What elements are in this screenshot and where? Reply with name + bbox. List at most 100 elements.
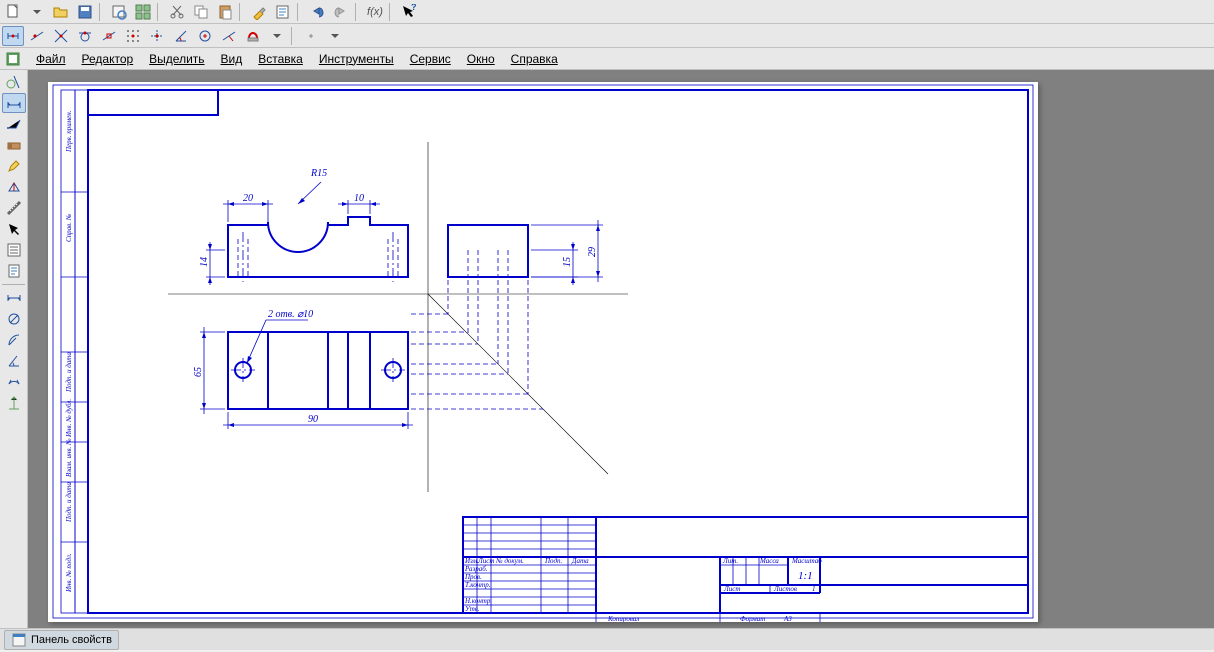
svg-text:Копировал: Копировал	[607, 615, 639, 622]
cmd-diameter-dim-button[interactable]	[2, 309, 26, 329]
snap-midpoint-button[interactable]	[98, 26, 120, 46]
snap-endpoint-button[interactable]	[2, 26, 24, 46]
cmd-radius-dim-button[interactable]	[2, 330, 26, 350]
svg-text:?: ?	[411, 4, 417, 12]
format-button[interactable]	[272, 2, 294, 22]
front-view: 20 10 R15	[199, 168, 408, 285]
dim-65: 65	[193, 367, 204, 377]
separator	[291, 27, 297, 45]
menu-tools[interactable]: Инструменты	[311, 50, 402, 68]
snap-grid-button[interactable]	[122, 26, 144, 46]
svg-text:Разраб.: Разраб.	[464, 565, 488, 573]
snap-off-dropdown[interactable]	[324, 26, 346, 46]
print-preview-button[interactable]	[108, 2, 130, 22]
menu-window[interactable]: Окно	[459, 50, 503, 68]
new-doc-button[interactable]	[2, 2, 24, 22]
separator	[297, 3, 303, 21]
separator	[99, 3, 105, 21]
snap-angle-button[interactable]	[170, 26, 192, 46]
snap-tangent-button[interactable]	[74, 26, 96, 46]
tool-construction-button[interactable]	[2, 135, 26, 155]
svg-text:№ докум.: № докум.	[495, 557, 524, 565]
menu-service[interactable]: Сервис	[402, 50, 459, 68]
svg-text:1:1: 1:1	[798, 570, 813, 582]
svg-text:Пров.: Пров.	[464, 573, 482, 581]
open-button[interactable]	[50, 2, 72, 22]
snap-config-dropdown[interactable]	[266, 26, 288, 46]
svg-text:Утв.: Утв.	[465, 605, 480, 613]
snap-intersection-button[interactable]	[50, 26, 72, 46]
main-area: Перв. примен. Справ. № Подп. и дата Инв.…	[0, 70, 1214, 628]
snap-toggle-button[interactable]	[242, 26, 264, 46]
dim-14: 14	[199, 257, 210, 267]
svg-text:Листов: Листов	[773, 585, 797, 593]
redo-button[interactable]	[330, 2, 352, 22]
menu-bar: Файл Редактор Выделить Вид Вставка Инстр…	[0, 48, 1214, 70]
side-label-3: Подп. и дата	[65, 352, 73, 393]
status-bar: Панель свойств	[0, 628, 1214, 650]
show-all-button[interactable]	[132, 2, 154, 22]
tool-dimensions-button[interactable]	[2, 93, 26, 113]
separator	[239, 3, 245, 21]
drawing-paper: Перв. примен. Справ. № Подп. и дата Инв.…	[48, 82, 1038, 622]
snap-xy-button[interactable]	[146, 26, 168, 46]
cmd-angle-dim-button[interactable]	[2, 351, 26, 371]
side-label-2: Справ. №	[65, 213, 73, 242]
dim-20: 20	[243, 193, 253, 204]
cmd-linear-dim-button[interactable]	[2, 288, 26, 308]
snap-center-button[interactable]	[194, 26, 216, 46]
dim-holes: 2 отв. ⌀10	[268, 309, 313, 320]
svg-text:Подп.: Подп.	[544, 557, 563, 565]
tool-notation-button[interactable]	[2, 114, 26, 134]
tool-edit-button[interactable]	[2, 156, 26, 176]
menu-help[interactable]: Справка	[503, 50, 566, 68]
dim-90: 90	[308, 414, 318, 425]
menu-view[interactable]: Вид	[213, 50, 251, 68]
svg-text:Масса: Масса	[759, 557, 779, 565]
copy-button[interactable]	[190, 2, 212, 22]
paste-button[interactable]	[214, 2, 236, 22]
tool-select-button[interactable]	[2, 219, 26, 239]
projection-lines	[168, 142, 628, 492]
tool-spec-button[interactable]	[2, 240, 26, 260]
cmd-arc-dim-button[interactable]	[2, 372, 26, 392]
menu-insert[interactable]: Вставка	[250, 50, 311, 68]
snap-nearest-button[interactable]	[26, 26, 48, 46]
properties-button[interactable]	[248, 2, 270, 22]
menu-file[interactable]: Файл	[28, 50, 74, 68]
undo-button[interactable]	[306, 2, 328, 22]
help-pointer-button[interactable]: ?	[398, 2, 420, 22]
save-button[interactable]	[74, 2, 96, 22]
menu-editor[interactable]: Редактор	[74, 50, 142, 68]
properties-icon	[11, 632, 27, 648]
svg-text:Дата: Дата	[571, 557, 589, 565]
cmd-height-dim-button[interactable]	[2, 393, 26, 413]
svg-text:А3: А3	[783, 615, 792, 622]
tool-parameters-button[interactable]	[2, 177, 26, 197]
tool-measure-button[interactable]	[2, 198, 26, 218]
title-block: Изм. Лист № докум. Подп. Дата Разраб. Пр…	[463, 517, 1028, 622]
canvas-viewport[interactable]: Перв. примен. Справ. № Подп. и дата Инв.…	[28, 70, 1214, 628]
variables-button[interactable]: f(x)	[364, 2, 386, 22]
svg-text:Масштаб: Масштаб	[791, 557, 822, 565]
svg-text:Т.контр.: Т.контр.	[465, 581, 491, 589]
svg-text:Лит.: Лит.	[722, 557, 738, 565]
dim-10: 10	[354, 193, 364, 204]
drawing-svg: Перв. примен. Справ. № Подп. и дата Инв.…	[48, 82, 1038, 622]
side-view: 15 29	[448, 220, 603, 285]
new-doc-dropdown[interactable]	[26, 2, 48, 22]
menu-icon-button[interactable]	[2, 49, 24, 69]
svg-text:Лист: Лист	[723, 585, 740, 593]
svg-text:Лист: Лист	[477, 557, 494, 565]
snap-perpendicular-button[interactable]	[218, 26, 240, 46]
side-label-5: Взам. инв. №	[65, 438, 73, 477]
properties-panel-label: Панель свойств	[31, 634, 112, 646]
properties-panel-button[interactable]: Панель свойств	[4, 630, 119, 650]
tool-geometry-button[interactable]	[2, 72, 26, 92]
separator	[157, 3, 163, 21]
tool-reports-button[interactable]	[2, 261, 26, 281]
cut-button[interactable]	[166, 2, 188, 22]
menu-select[interactable]: Выделить	[141, 50, 212, 68]
snap-off-button[interactable]	[300, 26, 322, 46]
file-toolbar: f(x) ?	[0, 0, 1214, 24]
